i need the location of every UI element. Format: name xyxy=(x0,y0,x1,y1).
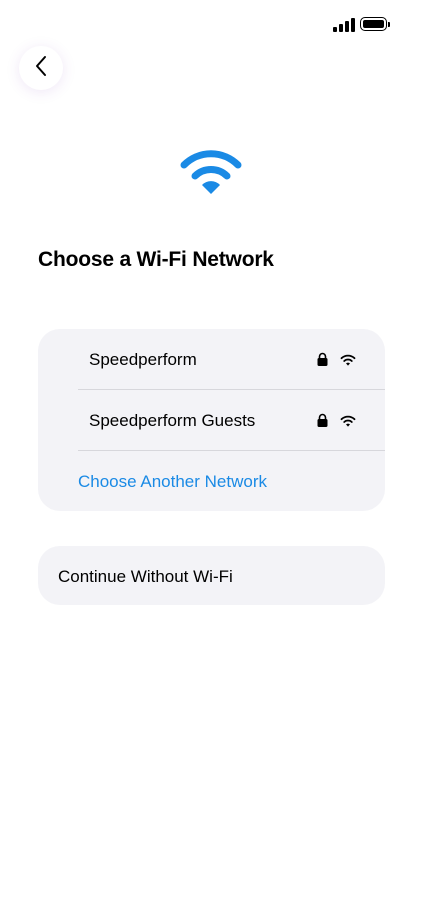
network-name: Speedperform Guests xyxy=(89,411,256,430)
continue-without-wifi-label: Continue Without Wi-Fi xyxy=(58,567,233,586)
page-title: Choose a Wi-Fi Network xyxy=(38,248,274,271)
wifi-icon xyxy=(340,353,356,371)
continue-without-wifi-button[interactable]: Continue Without Wi-Fi xyxy=(38,546,385,605)
back-button[interactable] xyxy=(19,46,63,90)
network-name: Speedperform xyxy=(89,350,197,369)
network-list: Speedperform Speedperform Guests Choose … xyxy=(38,329,385,511)
choose-another-network-link[interactable]: Choose Another Network xyxy=(78,472,267,492)
network-row-speedperform[interactable]: Speedperform xyxy=(38,329,385,390)
lock-icon xyxy=(317,352,328,371)
status-bar xyxy=(0,0,423,44)
chevron-left-icon xyxy=(34,55,48,82)
battery-icon xyxy=(360,17,392,33)
lock-icon xyxy=(317,413,328,432)
divider xyxy=(78,450,385,451)
wifi-icon xyxy=(180,150,242,196)
wifi-icon xyxy=(340,414,356,432)
network-row-speedperform-guests[interactable]: Speedperform Guests xyxy=(38,390,385,451)
cellular-signal-icon xyxy=(333,18,355,32)
